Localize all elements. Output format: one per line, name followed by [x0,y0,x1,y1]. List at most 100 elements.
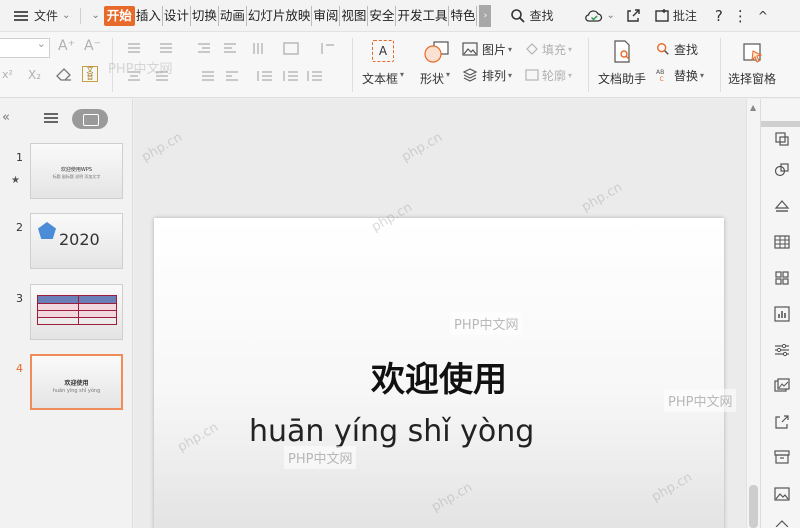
phonetic-guide-button[interactable]: 文音 [82,66,98,82]
tab-features[interactable]: 特色 [449,5,478,26]
slide-thumbnail[interactable]: 2020 [30,213,123,269]
file-menu-label: 文件 [34,9,59,23]
find-label: 查找 [674,42,699,57]
animation-star-icon: ★ [11,175,20,186]
slide-pinyin-text[interactable]: huān yíng shǐ yòng [249,414,534,449]
pentagon-shape [38,222,56,239]
doc-assistant-label: 文档助手 [598,72,647,86]
selection-pane-icon [743,43,763,63]
tab-security[interactable]: 安全 [368,5,397,26]
tab-design[interactable]: 设计 [163,5,191,26]
slide-number: 3 [16,292,23,305]
paragraph-tools[interactable] [126,40,346,84]
ribbon-tabs: 开始 插入 设计 切换 动画 幻灯片放映 审阅 视图 安全 开发工具 特色 › [103,0,492,32]
shapes-icon[interactable] [774,162,790,178]
thumbnail-view-toggle[interactable] [72,109,108,129]
slide-number: 1 [16,151,23,164]
tab-slideshow[interactable]: 幻灯片放映 [247,5,313,26]
settings-sliders-icon[interactable] [774,342,790,358]
quick-access-dropdown[interactable]: ⌄ [87,4,103,28]
chart-icon[interactable] [774,306,790,322]
comment-button[interactable]: 批注 [649,4,702,28]
picture-button[interactable]: 图片 ▾ [462,40,512,58]
outline-button[interactable]: 轮廓 ▾ [524,66,572,84]
slide-number: 2 [16,221,23,234]
collapse-panel-icon[interactable]: « [2,110,10,125]
eraser-icon[interactable] [56,68,72,82]
font-shrink-button[interactable]: A⁻ [84,38,101,54]
slide-editing-area[interactable]: 欢迎使用 huān yíng shǐ yòng [134,99,746,528]
grid-icon[interactable] [774,270,790,286]
font-grow-button[interactable]: A⁺ [58,38,75,54]
textbox-icon: A [372,40,394,62]
cloud-sync-button[interactable]: ⌄ [580,4,619,28]
share-icon [627,8,640,22]
fill-icon[interactable] [774,198,790,214]
transition-icon[interactable] [774,131,790,147]
slide-thumb-row[interactable]: 4 欢迎使用 huān yíng shǐ yòng [0,354,133,414]
textbox-button[interactable]: A 文本框 ▾ [362,36,404,96]
tab-review[interactable]: 审阅 [312,5,341,26]
more-options-button[interactable]: ⋮ [728,4,753,28]
fill-label: 填充 [542,42,567,57]
shape-icon [424,41,449,63]
slide-thumbnail[interactable] [30,284,123,340]
fill-button[interactable]: 填充 ▾ [524,40,572,58]
search-button[interactable]: 查找 [505,4,558,28]
more-icon[interactable] [774,519,790,527]
more-tabs-arrow[interactable]: › [479,4,492,27]
doc-assistant-button[interactable]: 文档助手 [596,36,648,96]
svg-text:AB: AB [656,69,664,76]
tab-animations[interactable]: 动画 [219,5,247,26]
outline-view-icon[interactable] [44,113,58,124]
sidebar-handle [761,121,800,127]
slide-thumb-row[interactable]: 3 [0,284,133,344]
current-slide[interactable]: 欢迎使用 huān yíng shǐ yòng [154,218,724,528]
share-button[interactable] [620,4,649,28]
fill-bucket-icon [526,43,538,55]
chevron-down-icon: ⌄ [62,10,71,21]
slide-number: 4 [16,362,23,375]
selection-pane-label: 选择窗格 [728,72,777,86]
table-icon[interactable] [774,234,790,250]
subscript-button[interactable]: X₂ [28,68,41,82]
vertical-scrollbar[interactable]: ▲ [746,99,760,528]
image-icon[interactable] [774,486,790,502]
font-size-combobox[interactable] [0,37,50,58]
replace-button[interactable]: AB C 替换 ▾ [656,66,704,84]
tab-insert[interactable]: 插入 [135,5,163,26]
find-button[interactable]: 查找 [656,40,698,58]
collapse-ribbon-button[interactable]: ^ [753,4,773,28]
thumb-subtitle: huān yíng shǐ yòng [52,388,101,394]
help-button[interactable]: ? [710,4,728,28]
sound-label: 音 [86,73,94,81]
scroll-up-arrow[interactable]: ▲ [750,103,756,112]
scrollbar-thumb[interactable] [749,485,758,528]
outline-label: 轮廓 [542,68,567,83]
slide-thumb-row[interactable]: 1 ★ 欢迎使用WPS 标题 副标题 说明 添加文字 [0,143,133,203]
selection-pane-button[interactable]: 选择窗格 [726,36,782,96]
divider [80,7,82,24]
share-icon[interactable] [774,414,790,430]
tab-view[interactable]: 视图 [340,5,369,26]
thumb-text: 2020 [59,230,100,249]
slide-thumbnail[interactable]: 欢迎使用WPS 标题 副标题 说明 添加文字 [30,143,123,199]
file-menu-button[interactable]: 文件 ⌄ [0,4,74,28]
dropdown-arrow-icon: ⌄ [91,10,100,21]
slide-thumbnail-selected[interactable]: 欢迎使用 huān yíng shǐ yòng [30,354,123,410]
tab-transitions[interactable]: 切换 [191,5,219,26]
arrange-label: 排列 [482,68,507,83]
archive-icon[interactable] [774,449,790,465]
tab-home[interactable]: 开始 [103,5,135,26]
divider [588,38,589,92]
tab-developer[interactable]: 开发工具 [396,5,450,26]
picture-icon[interactable] [774,378,790,394]
superscript-button[interactable]: x² [2,68,13,81]
slide-thumb-row[interactable]: 2 2020 [0,213,133,273]
search-icon [657,43,669,55]
slide-title[interactable]: 欢迎使用 [154,352,724,401]
shape-label: 形状 [420,72,445,86]
shape-button[interactable]: 形状 ▾ [416,36,456,96]
arrange-button[interactable]: 排列 ▾ [462,66,512,84]
picture-icon [462,42,478,56]
